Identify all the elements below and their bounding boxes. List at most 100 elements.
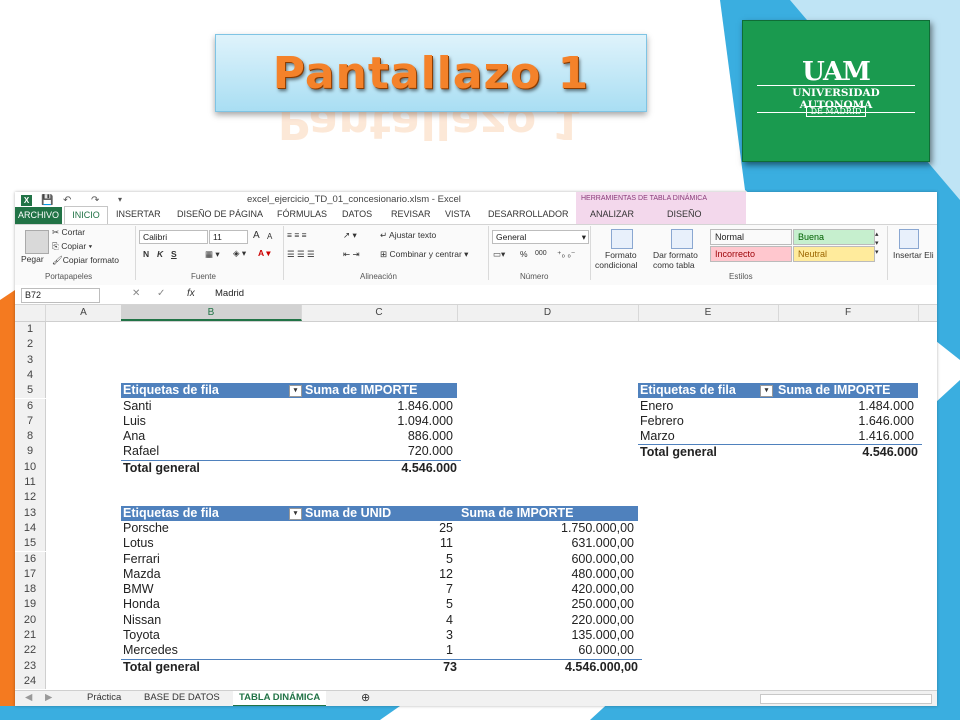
pivot3-row-value[interactable]: 1.750.000,00 [457,521,634,536]
sheet-tab-practica[interactable]: Práctica [81,691,127,705]
menu-diseno-pagina[interactable]: DISEÑO DE PÁGINA [177,209,263,219]
name-box[interactable]: B72 [21,288,100,303]
row-header-6[interactable]: 6 [15,398,46,414]
pivot2-row-value[interactable]: 1.484.000 [778,399,914,414]
column-header-d[interactable]: D [457,305,639,321]
borders-icon[interactable]: ▦ ▾ [205,249,220,260]
pivot3-total-label[interactable]: Total general [121,658,303,675]
confirm-icon[interactable]: ✓ [157,288,165,299]
underline-button[interactable]: S [171,249,177,259]
pivot3-row-value[interactable]: 135.000,00 [457,628,634,643]
italic-button[interactable]: K [157,249,163,259]
row-header-14[interactable]: 14 [15,520,46,537]
pivot2-total-value[interactable]: 4.546.000 [778,444,922,460]
conditional-format-label[interactable]: Formato [605,250,637,260]
pivot3-row-units[interactable]: 4 [301,613,453,628]
pivot3-row-label[interactable]: Honda [123,597,293,612]
font-grow-button[interactable]: A [253,230,260,241]
pivot3-row-units[interactable]: 3 [301,628,453,643]
font-shrink-button[interactable]: A [267,232,272,241]
pivot2-row-value[interactable]: 1.416.000 [778,429,914,444]
customize-qa-icon[interactable]: ▾ [118,195,122,204]
conditional-format-label-2[interactable]: condicional [595,260,638,270]
copy-button[interactable]: ⎘ Copiar ▾ [52,241,92,252]
pivot3-filter-button[interactable]: ▾ [289,506,305,521]
font-color-button[interactable]: A ▾ [258,248,270,259]
pivot3-row-units[interactable]: 11 [301,536,453,551]
pegar-label[interactable]: Pegar [21,254,44,264]
sheet-tab-tabla-dinamica[interactable]: TABLA DINÁMICA [233,691,327,706]
merge-center-button[interactable]: ⊞ Combinar y centrar ▾ [380,249,468,260]
insert-cells-label[interactable]: Insertar Eli [893,250,934,260]
pivot1-row-label[interactable]: Santi [123,399,293,414]
row-header-22[interactable]: 22 [15,643,46,659]
row-header-7[interactable]: 7 [15,413,46,430]
pivot1-row-value[interactable]: 1.846.000 [301,399,453,414]
row-header-4[interactable]: 4 [15,367,46,384]
pivot1-row-value[interactable]: 1.094.000 [301,414,453,429]
style-buena[interactable]: Buena [793,229,875,245]
menu-insertar[interactable]: INSERTAR [116,209,161,219]
decimal-icon[interactable]: ⁺₀ ₀⁻ [557,249,575,260]
conditional-format-icon[interactable] [611,229,633,249]
tab-next-icon[interactable]: ▶ [39,691,58,705]
row-header-3[interactable]: 3 [15,352,46,368]
pivot3-row-label[interactable]: Nissan [123,613,293,628]
row-header-18[interactable]: 18 [15,582,46,598]
thousands-button[interactable]: 000 [535,250,547,257]
pivot3-row-units[interactable]: 25 [301,521,453,536]
row-header-10[interactable]: 10 [15,459,46,475]
formula-input[interactable]: Madrid [215,288,244,299]
number-format-select[interactable]: General ▾ [492,230,589,244]
menu-inicio[interactable]: INICIO [64,206,108,224]
row-header-13[interactable]: 13 [15,505,46,521]
row-header-8[interactable]: 8 [15,429,46,445]
pivot3-row-value[interactable]: 420.000,00 [457,582,634,597]
pivot1-filter-button[interactable]: ▾ [289,383,305,398]
redo-icon[interactable]: ↷ [91,195,99,206]
row-header-23[interactable]: 23 [15,658,46,674]
indent-icon[interactable]: ⇤ ⇥ [343,249,360,260]
style-normal[interactable]: Normal [710,229,792,245]
row-header-21[interactable]: 21 [15,628,46,644]
table-format-icon[interactable] [671,229,693,249]
pivot3-row-label[interactable]: Mercedes [123,643,293,658]
pivot3-row-label[interactable]: Toyota [123,628,293,643]
menu-diseno[interactable]: DISEÑO [667,209,702,219]
pivot3-row-label[interactable]: Porsche [123,521,293,536]
column-header-e[interactable]: E [638,305,779,321]
select-all-corner[interactable] [15,305,46,321]
styles-scroll-icon[interactable]: ▴ ▾ ▾ [875,230,879,257]
column-header-f[interactable]: F [778,305,919,321]
column-header-b[interactable]: B [121,305,302,321]
format-painter-button[interactable]: 🖌Copiar formato [52,255,119,266]
row-header-11[interactable]: 11 [15,475,46,491]
style-neutral[interactable]: Neutral [793,246,875,262]
menu-vista[interactable]: VISTA [445,209,470,219]
table-format-label[interactable]: Dar formato [653,250,698,260]
menu-desarrollador[interactable]: DESARROLLADOR [488,209,569,219]
pivot1-total-value[interactable]: 4.546.000 [301,459,461,476]
row-header-24[interactable]: 24 [15,673,46,690]
pivot3-row-value[interactable]: 250.000,00 [457,597,634,612]
menu-analizar[interactable]: ANALIZAR [590,209,634,219]
row-header-16[interactable]: 16 [15,551,46,567]
menu-revisar[interactable]: REVISAR [391,209,431,219]
pivot3-total-units[interactable]: 73 [301,658,461,675]
cancel-icon[interactable]: ✕ [132,288,140,299]
pivot2-filter-button[interactable]: ▾ [760,383,776,398]
undo-icon[interactable]: ↶ [63,195,71,206]
pivot3-row-value[interactable]: 480.000,00 [457,567,634,582]
pivot3-row-value[interactable]: 631.000,00 [457,536,634,551]
pivot3-total-value[interactable]: 4.546.000,00 [457,658,642,675]
cut-button[interactable]: ✂ Cortar [52,227,85,238]
pivot3-row-label[interactable]: BMW [123,582,293,597]
pivot3-row-value[interactable]: 60.000,00 [457,643,634,658]
pivot3-row-units[interactable]: 12 [301,567,453,582]
pivot1-row-value[interactable]: 886.000 [301,429,453,444]
row-header-20[interactable]: 20 [15,612,46,628]
save-icon[interactable]: 💾 [41,195,53,206]
row-header-19[interactable]: 19 [15,597,46,613]
bold-button[interactable]: N [143,249,149,259]
insert-cells-icon[interactable] [899,229,919,249]
